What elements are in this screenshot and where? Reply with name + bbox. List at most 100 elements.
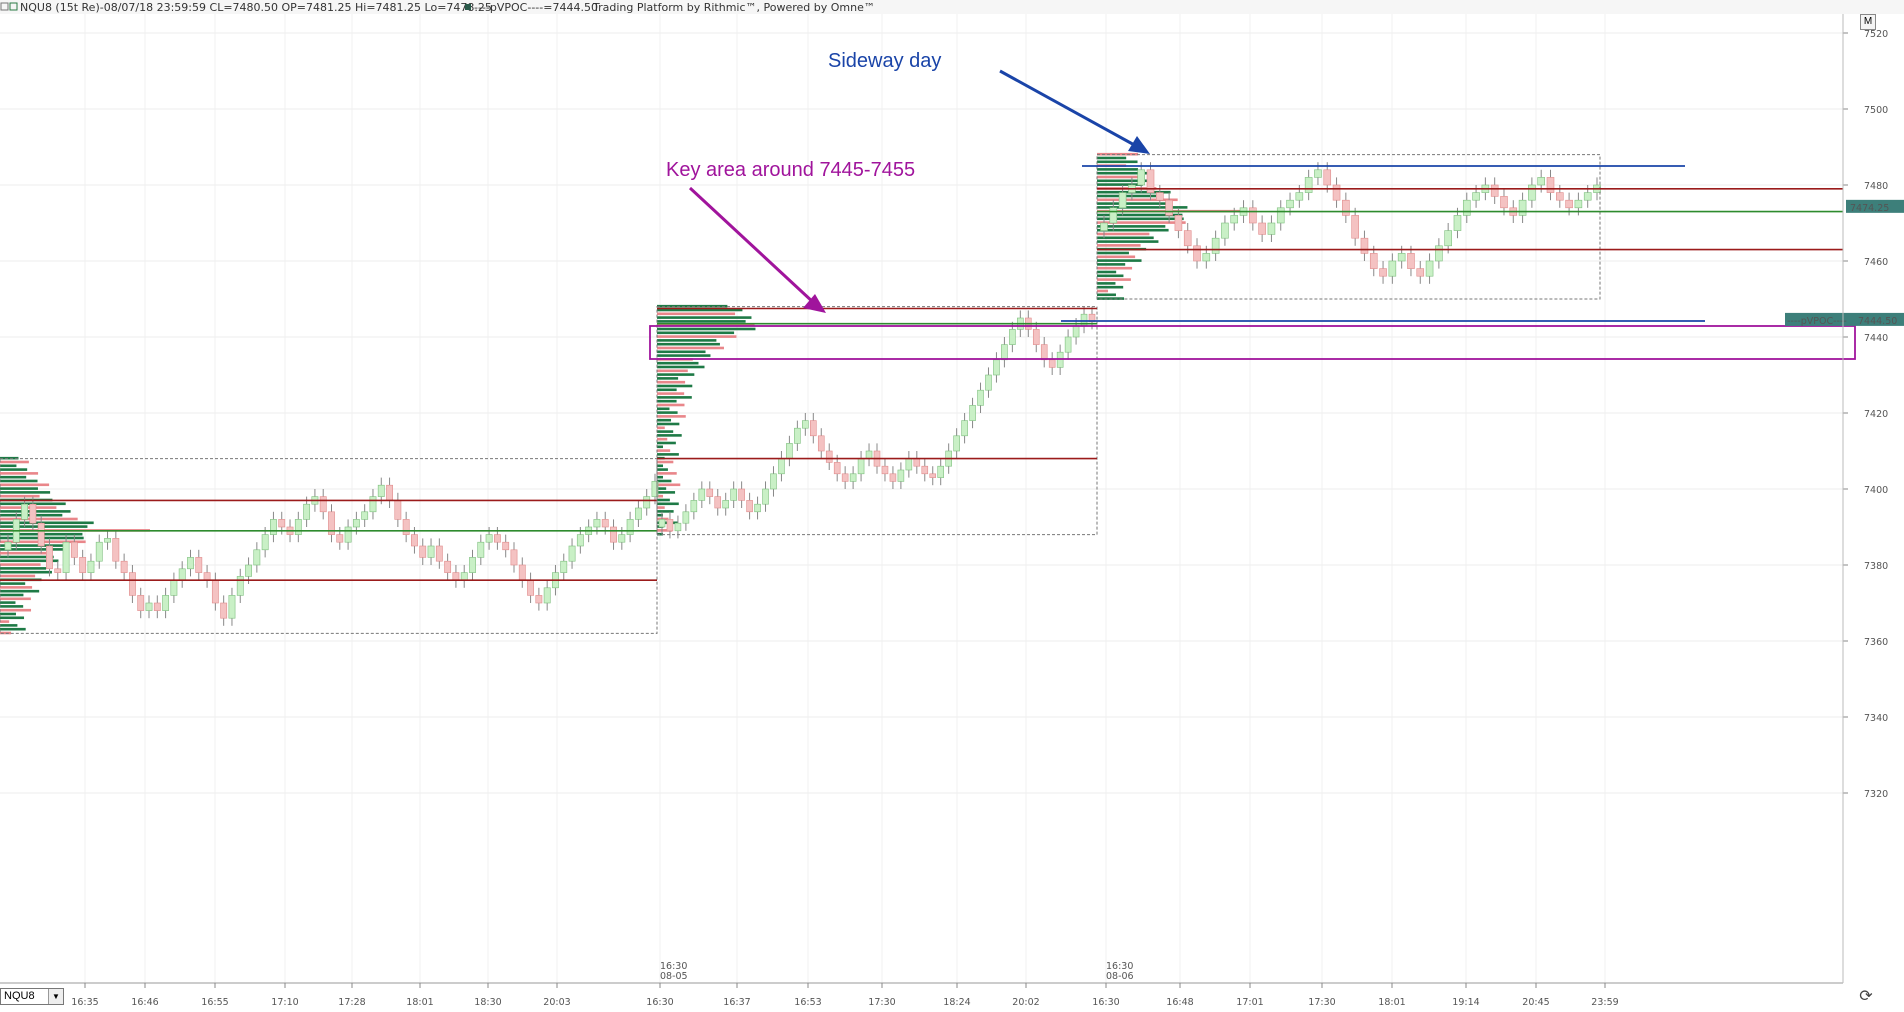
volume-profile-bar bbox=[0, 479, 38, 483]
volume-profile-bar bbox=[0, 593, 24, 597]
bear-candle bbox=[881, 465, 889, 475]
volume-profile-bar bbox=[0, 624, 18, 627]
volume-profile-bar bbox=[657, 502, 679, 506]
bull-candle bbox=[985, 374, 992, 391]
bull-candle bbox=[427, 545, 435, 558]
bull-candle bbox=[1528, 184, 1536, 201]
volume-profile-bar bbox=[657, 312, 736, 316]
volume-profile-bar bbox=[0, 464, 17, 468]
bear-candle bbox=[452, 572, 460, 581]
bull-candle bbox=[770, 473, 777, 490]
volume-profile-bar bbox=[657, 407, 670, 411]
x-tick-label: 17:28 bbox=[338, 997, 365, 1008]
bull-candle bbox=[762, 488, 769, 505]
bear-candle bbox=[493, 534, 501, 543]
bull-candle bbox=[303, 503, 311, 520]
bear-candle bbox=[1490, 184, 1499, 197]
bear-candle bbox=[1369, 253, 1378, 269]
bear-candle bbox=[54, 568, 62, 573]
volume-profile-bar bbox=[0, 491, 51, 494]
volume-profile-bar bbox=[1097, 293, 1116, 297]
x-tick-label: 16:46 bbox=[131, 997, 158, 1008]
bull-candle bbox=[369, 496, 377, 513]
bear-candle bbox=[444, 560, 452, 573]
bear-candle bbox=[79, 557, 87, 573]
bull-candle bbox=[1462, 199, 1471, 216]
bull-candle bbox=[576, 534, 584, 547]
bear-candle bbox=[1342, 199, 1350, 216]
x-tick-label: 20:45 bbox=[1522, 997, 1549, 1008]
y-tick-label: 7440 bbox=[1864, 333, 1888, 344]
x-tick-label: 18:01 bbox=[406, 997, 433, 1008]
m-button[interactable]: M bbox=[1860, 14, 1876, 30]
bear-candle bbox=[1546, 177, 1555, 193]
volume-profile-bar bbox=[657, 354, 711, 357]
bull-candle bbox=[560, 560, 568, 573]
last-price-value: 7474.25 bbox=[1850, 203, 1889, 214]
volume-profile-bar bbox=[657, 365, 705, 369]
bull-candle bbox=[634, 507, 642, 520]
volume-profile-bar bbox=[657, 445, 663, 449]
volume-profile-bar bbox=[0, 468, 28, 471]
bull-candle bbox=[1295, 192, 1304, 201]
bear-candle bbox=[1048, 359, 1056, 368]
bull-candle bbox=[485, 534, 493, 543]
bull-candle bbox=[794, 427, 801, 444]
bear-candle bbox=[1040, 344, 1048, 361]
volume-profile-bar bbox=[0, 494, 40, 498]
volume-profile-bar bbox=[657, 339, 717, 342]
volume-profile-bar bbox=[0, 517, 78, 521]
chart-area[interactable]: Sideway day Key area around 7445-7455 732… bbox=[0, 0, 1904, 1008]
volume-profile-bar bbox=[657, 475, 663, 479]
bull-candle bbox=[865, 450, 873, 459]
bull-candle bbox=[377, 484, 385, 497]
symbol-selector[interactable]: NQU8 ▼ bbox=[0, 988, 64, 1005]
bull-candle bbox=[145, 602, 153, 611]
bull-candle bbox=[344, 526, 352, 543]
volume-profile-bar bbox=[657, 453, 679, 456]
y-tick-label: 7460 bbox=[1864, 257, 1888, 268]
volume-profile-bar bbox=[0, 608, 32, 612]
bear-candle bbox=[929, 473, 937, 478]
session-label: 08-06 bbox=[1106, 971, 1134, 982]
bear-candle bbox=[817, 435, 825, 452]
bull-candle bbox=[698, 488, 706, 501]
volume-profile-bar bbox=[657, 426, 665, 430]
bull-candle bbox=[1537, 177, 1545, 186]
y-tick-label: 7520 bbox=[1864, 29, 1888, 40]
bear-candle bbox=[211, 579, 219, 604]
volume-profile-bar bbox=[1097, 285, 1124, 289]
bear-candle bbox=[841, 473, 849, 482]
volume-profile-bar bbox=[1097, 259, 1142, 262]
bull-candle bbox=[352, 519, 360, 528]
volume-profile-bar bbox=[657, 483, 681, 487]
volume-profile-bar bbox=[657, 437, 668, 441]
volume-profile-bar bbox=[657, 377, 679, 380]
bear-candle bbox=[601, 519, 609, 528]
bull-candle bbox=[778, 458, 785, 475]
refresh-icon[interactable]: ⟳ bbox=[1856, 986, 1876, 1006]
volume-profile-bar bbox=[0, 605, 24, 608]
x-tick-label: 16:53 bbox=[794, 997, 821, 1008]
bear-candle bbox=[1323, 169, 1332, 186]
key-area-rectangle bbox=[649, 325, 1856, 360]
bear-candle bbox=[402, 519, 410, 535]
volume-profile-bar bbox=[0, 612, 16, 616]
y-tick-label: 7340 bbox=[1864, 713, 1888, 724]
volume-profile-bar bbox=[1097, 263, 1126, 266]
bull-candle bbox=[1202, 253, 1211, 262]
bear-candle bbox=[1379, 268, 1387, 277]
volume-profile-bar bbox=[0, 620, 10, 623]
bull-candle bbox=[162, 595, 170, 611]
volume-profile-bar bbox=[0, 586, 33, 589]
bull-candle bbox=[1009, 329, 1016, 345]
bear-candle bbox=[714, 496, 722, 509]
chevron-down-icon[interactable]: ▼ bbox=[48, 989, 63, 1004]
bull-candle bbox=[1267, 222, 1276, 235]
bear-candle bbox=[1193, 245, 1201, 262]
bear-candle bbox=[137, 595, 145, 611]
volume-profile-bar bbox=[657, 434, 682, 437]
bull-candle bbox=[1574, 199, 1583, 209]
bull-candle bbox=[361, 511, 369, 520]
x-tick-label: 17:10 bbox=[271, 997, 298, 1008]
